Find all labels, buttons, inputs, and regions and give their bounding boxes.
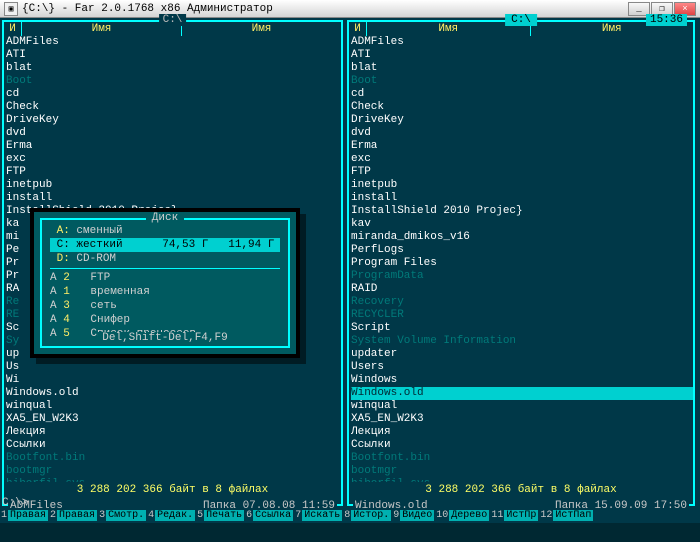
file-row[interactable]: ADMFiles bbox=[351, 36, 693, 49]
file-row[interactable]: PerfLogs bbox=[351, 244, 693, 257]
file-row[interactable]: Wi bbox=[6, 374, 341, 387]
keybar-item[interactable]: 8Истор. bbox=[343, 508, 392, 523]
file-row[interactable]: miranda_dmikos_v16 bbox=[351, 231, 693, 244]
right-file-list[interactable]: ADMFilesATIblatBootcdCheckDriveKeydvdErm… bbox=[349, 36, 693, 482]
file-row[interactable]: cd bbox=[6, 88, 341, 101]
right-panel-summary: 3 288 202 366 байт в 8 файлах bbox=[349, 484, 693, 496]
file-row[interactable]: XA5_EN_W2K3 bbox=[6, 413, 341, 426]
file-row[interactable]: ATI bbox=[351, 49, 693, 62]
file-row[interactable]: winqual bbox=[6, 400, 341, 413]
file-row[interactable]: Windows.old bbox=[6, 387, 341, 400]
far-workspace: C:\ И Имя Имя ADMFilesATIblatBootcdCheck… bbox=[0, 18, 700, 523]
clock: 15:36 bbox=[646, 14, 687, 26]
file-row[interactable]: Bootfont.bin bbox=[6, 452, 341, 465]
file-row[interactable]: Erma bbox=[351, 140, 693, 153]
drive-row[interactable]: C: жесткий 74,53 Г 11,94 Г bbox=[50, 238, 280, 252]
plugin-shortcut[interactable]: A 3 сеть bbox=[50, 299, 280, 313]
file-row[interactable]: cd bbox=[351, 88, 693, 101]
drive-row[interactable]: D: CD-ROM bbox=[50, 252, 280, 266]
file-row[interactable]: winqual bbox=[351, 400, 693, 413]
file-row[interactable]: Лекция bbox=[6, 426, 341, 439]
file-row[interactable]: DriveKey bbox=[351, 114, 693, 127]
file-row[interactable]: FTP bbox=[6, 166, 341, 179]
file-row[interactable]: RAID bbox=[351, 283, 693, 296]
file-row[interactable]: install bbox=[351, 192, 693, 205]
file-row[interactable]: Recovery bbox=[351, 296, 693, 309]
keybar-item[interactable]: 1Правая bbox=[0, 508, 49, 523]
file-row[interactable]: Users bbox=[351, 361, 693, 374]
file-row[interactable]: Check bbox=[351, 101, 693, 114]
file-row[interactable]: System Volume Information bbox=[351, 335, 693, 348]
file-row[interactable]: hiberfil.sys bbox=[351, 478, 693, 482]
file-row[interactable]: kav bbox=[351, 218, 693, 231]
file-row[interactable]: Program Files bbox=[351, 257, 693, 270]
app-icon: ▣ bbox=[4, 2, 18, 16]
file-row[interactable]: Ссылки bbox=[351, 439, 693, 452]
dialog-title: Диск bbox=[50, 212, 280, 224]
drive-row[interactable]: A: сменный bbox=[50, 224, 280, 238]
left-panel-summary: 3 288 202 366 байт в 8 файлах bbox=[4, 484, 341, 496]
left-panel-path[interactable]: C:\ bbox=[159, 14, 187, 26]
file-row[interactable]: ADMFiles bbox=[6, 36, 341, 49]
file-row[interactable]: InstallShield 2010 Projec} bbox=[351, 205, 693, 218]
file-row[interactable]: blat bbox=[6, 62, 341, 75]
file-row[interactable]: Boot bbox=[351, 75, 693, 88]
file-row[interactable]: exc bbox=[351, 153, 693, 166]
file-row[interactable]: Check bbox=[6, 101, 341, 114]
plugin-shortcut-list[interactable]: A 2 FTPA 1 временнаяA 3 сетьA 4 СниферA … bbox=[50, 271, 280, 341]
divider bbox=[50, 268, 280, 269]
drive-select-dialog[interactable]: Диск A: сменный C: жесткий 74,53 Г 11,94… bbox=[30, 208, 300, 358]
file-row[interactable]: exc bbox=[6, 153, 341, 166]
keybar-item[interactable]: 10Дерево bbox=[435, 508, 490, 523]
plugin-shortcut[interactable]: A 1 временная bbox=[50, 285, 280, 299]
right-panel-path[interactable]: C:\ bbox=[505, 14, 537, 26]
file-row[interactable]: Windows bbox=[351, 374, 693, 387]
file-row[interactable]: hiberfil.sys bbox=[6, 478, 341, 482]
file-row[interactable]: install bbox=[6, 192, 341, 205]
file-row[interactable]: updater bbox=[351, 348, 693, 361]
keybar-item[interactable]: 4Редак. bbox=[147, 508, 196, 523]
file-row[interactable]: XA5_EN_W2K3 bbox=[351, 413, 693, 426]
file-row[interactable]: Windows.old bbox=[351, 387, 693, 400]
function-keybar[interactable]: 1Правая2Правая3Смотр.4Редак.5Печать6Ссыл… bbox=[0, 508, 700, 523]
file-row[interactable]: DriveKey bbox=[6, 114, 341, 127]
file-row[interactable]: bootmgr bbox=[351, 465, 693, 478]
file-row[interactable]: Boot bbox=[6, 75, 341, 88]
file-row[interactable]: blat bbox=[351, 62, 693, 75]
keybar-item[interactable]: 5Печать bbox=[196, 508, 245, 523]
file-row[interactable]: Bootfont.bin bbox=[351, 452, 693, 465]
window-title: {C:\} - Far 2.0.1768 x86 Администратор bbox=[22, 3, 627, 15]
file-row[interactable]: Erma bbox=[6, 140, 341, 153]
file-row[interactable]: Us bbox=[6, 361, 341, 374]
file-row[interactable]: inetpub bbox=[6, 179, 341, 192]
keybar-item[interactable]: 3Смотр. bbox=[98, 508, 147, 523]
plugin-shortcut[interactable]: A 4 Снифер bbox=[50, 313, 280, 327]
plugin-shortcut[interactable]: A 2 FTP bbox=[50, 271, 280, 285]
right-panel[interactable]: C:\ 15:36 И Имя Имя ADMFilesATIblatBootc… bbox=[347, 20, 695, 506]
file-row[interactable]: Script bbox=[351, 322, 693, 335]
window-titlebar: ▣ {C:\} - Far 2.0.1768 x86 Администратор… bbox=[0, 0, 700, 18]
file-row[interactable]: dvd bbox=[351, 127, 693, 140]
keybar-item[interactable]: 6Ссылка bbox=[245, 508, 294, 523]
keybar-item[interactable]: 9Видео bbox=[392, 508, 435, 523]
keybar-item[interactable]: 2Правая bbox=[49, 508, 98, 523]
file-row[interactable]: Ссылки bbox=[6, 439, 341, 452]
file-row[interactable]: dvd bbox=[6, 127, 341, 140]
file-row[interactable]: bootmgr bbox=[6, 465, 341, 478]
file-row[interactable]: inetpub bbox=[351, 179, 693, 192]
file-row[interactable]: FTP bbox=[351, 166, 693, 179]
file-row[interactable]: ProgramData bbox=[351, 270, 693, 283]
file-row[interactable]: RECYCLER bbox=[351, 309, 693, 322]
drive-list[interactable]: A: сменный C: жесткий 74,53 Г 11,94 Г D:… bbox=[50, 224, 280, 266]
keybar-item[interactable]: 11ИстПр bbox=[490, 508, 539, 523]
file-row[interactable]: ATI bbox=[6, 49, 341, 62]
keybar-item[interactable]: 7Искать bbox=[294, 508, 343, 523]
file-row[interactable]: Лекция bbox=[351, 426, 693, 439]
keybar-item[interactable]: 12ИстПап bbox=[539, 508, 594, 523]
